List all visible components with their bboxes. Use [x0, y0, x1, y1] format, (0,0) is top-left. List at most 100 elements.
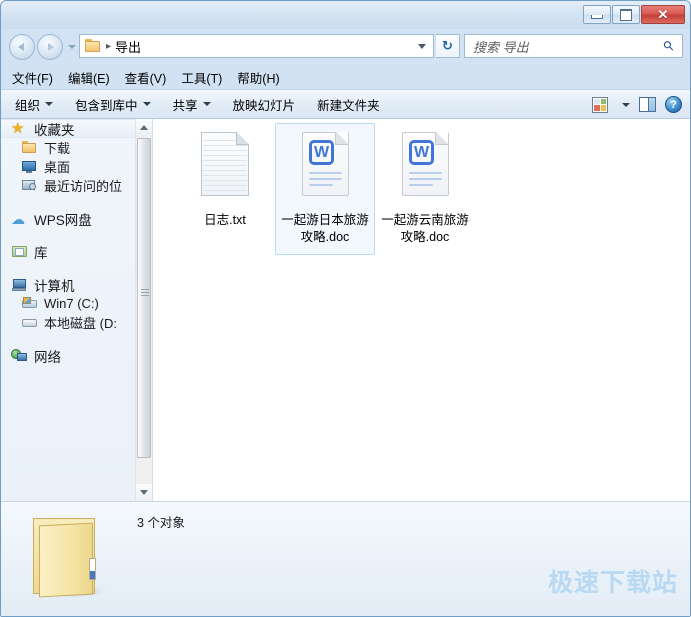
item-count-label: 3 个对象	[137, 516, 185, 530]
sidebar-item-label: 网络	[34, 349, 61, 365]
chevron-down-icon	[142, 102, 151, 106]
organize-button[interactable]: 组织	[15, 95, 54, 114]
library-icon	[11, 244, 28, 260]
back-button[interactable]	[9, 34, 35, 60]
scrollbar-thumb[interactable]	[137, 138, 151, 458]
help-icon[interactable]: ?	[665, 96, 682, 113]
preview-pane-icon[interactable]	[639, 97, 656, 112]
sidebar-item-wps-cloud[interactable]: ☁ WPS网盘	[1, 209, 152, 228]
folder-icon	[21, 140, 38, 156]
cloud-icon: ☁	[11, 210, 25, 227]
text-file-icon	[194, 130, 256, 206]
navigation-pane: ★ 收藏夹 下载 桌面 最近访问的位 ☁ WPS网盘 库 计算机 Win7 (C…	[1, 119, 152, 501]
new-folder-label: 新建文件夹	[317, 98, 380, 113]
breadcrumb-path[interactable]: 导出	[115, 37, 141, 56]
search-input[interactable]: 搜索 导出	[473, 37, 529, 56]
file-item-txt[interactable]: 日志.txt	[175, 123, 275, 255]
search-box[interactable]: 搜索 导出 ⚲	[464, 34, 683, 58]
file-item-doc-japan[interactable]: W 一起游日本旅游攻略.doc	[275, 123, 375, 255]
open-folder-icon	[29, 510, 113, 602]
navigation-buttons	[9, 34, 76, 60]
menu-item-view[interactable]: 查看(V)	[125, 68, 167, 87]
file-name-label: 日志.txt	[204, 213, 246, 227]
sidebar-item-favorites[interactable]: ★ 收藏夹	[1, 119, 152, 138]
sidebar-item-downloads[interactable]: 下载	[1, 138, 152, 157]
sidebar-item-drive-d[interactable]: 本地磁盘 (D:	[1, 313, 152, 332]
recent-places-icon	[21, 178, 38, 194]
sidebar-item-label: 下载	[44, 141, 71, 156]
share-button[interactable]: 共享	[173, 95, 211, 114]
sidebar-item-drive-c[interactable]: Win7 (C:)	[1, 294, 152, 313]
sidebar-item-label: 最近访问的位	[44, 179, 123, 194]
details-pane: 3 个对象 极速下载站	[1, 501, 690, 616]
close-button[interactable]: ✕	[641, 5, 685, 24]
sidebar-scrollbar[interactable]	[135, 119, 152, 501]
menu-item-tools[interactable]: 工具(T)	[181, 68, 222, 87]
file-items-container: 日志.txt W 一起游日本旅游攻略.doc W 一起游云南旅游攻略.doc	[175, 123, 475, 255]
slideshow-button[interactable]: 放映幻灯片	[233, 95, 296, 114]
drive-icon	[21, 315, 38, 331]
maximize-button[interactable]	[612, 5, 640, 24]
menu-item-edit[interactable]: 编辑(E)	[68, 68, 110, 87]
file-name-label: 一起游云南旅游攻略.doc	[381, 213, 469, 244]
share-label: 共享	[172, 98, 198, 113]
sidebar-item-desktop[interactable]: 桌面	[1, 157, 152, 176]
file-item-doc-yunnan[interactable]: W 一起游云南旅游攻略.doc	[375, 123, 475, 255]
command-bar: 组织 包含到库中 共享 放映幻灯片 新建文件夹 ?	[1, 89, 690, 119]
word-glyph: W	[313, 143, 330, 161]
sidebar-item-network[interactable]: 网络	[1, 346, 152, 365]
window-controls: ✕	[583, 5, 685, 24]
scrollbar-grip-icon	[141, 289, 149, 298]
include-in-library-button[interactable]: 包含到库中	[75, 95, 151, 114]
title-bar: ✕	[1, 1, 690, 29]
scroll-down-arrow-icon[interactable]	[136, 484, 152, 501]
sidebar-item-label: WPS网盘	[34, 212, 92, 228]
history-dropdown-icon[interactable]	[68, 45, 76, 49]
network-icon	[11, 348, 28, 364]
sidebar-item-label: Win7 (C:)	[44, 296, 99, 311]
menu-bar: 文件(F) 编辑(E) 查看(V) 工具(T) 帮助(H)	[1, 65, 690, 89]
search-icon: ⚲	[660, 36, 678, 55]
menu-item-file[interactable]: 文件(F)	[12, 68, 53, 87]
address-bar-row: ▸ 导出 ↻ 搜索 导出 ⚲	[1, 29, 690, 65]
new-folder-button[interactable]: 新建文件夹	[317, 95, 380, 114]
sidebar-item-label: 库	[34, 245, 48, 261]
word-document-icon: W	[394, 130, 456, 206]
sidebar-item-recent-places[interactable]: 最近访问的位	[1, 176, 152, 195]
forward-button[interactable]	[37, 34, 63, 60]
include-in-library-label: 包含到库中	[75, 98, 138, 113]
maximize-icon	[620, 8, 632, 21]
word-document-icon: W	[294, 130, 356, 206]
view-options-icon[interactable]	[592, 96, 608, 113]
minimize-button[interactable]	[583, 5, 611, 24]
sidebar-item-label: 计算机	[34, 278, 75, 294]
minimize-icon	[591, 15, 603, 19]
command-bar-right-tools: ?	[592, 90, 682, 119]
sidebar-item-label: 桌面	[44, 160, 71, 175]
word-glyph: W	[413, 143, 430, 161]
refresh-button[interactable]: ↻	[436, 34, 460, 58]
menu-item-help[interactable]: 帮助(H)	[237, 68, 279, 87]
folder-icon	[85, 39, 101, 53]
file-name-label: 一起游日本旅游攻略.doc	[281, 213, 369, 244]
sidebar-item-label: 本地磁盘 (D:	[44, 316, 117, 331]
scroll-up-arrow-icon[interactable]	[136, 119, 152, 136]
sidebar-item-computer[interactable]: 计算机	[1, 275, 152, 294]
file-list-pane[interactable]: 日志.txt W 一起游日本旅游攻略.doc W 一起游云南旅游攻略.doc	[152, 119, 690, 501]
explorer-window: ✕ ▸ 导出 ↻ 搜索 导出 ⚲ 文件(F) 编辑(E) 查看(V) 工具(T)	[0, 0, 691, 617]
chevron-down-icon[interactable]	[622, 102, 630, 107]
windows-drive-icon	[21, 296, 38, 312]
sidebar-item-libraries[interactable]: 库	[1, 242, 152, 261]
main-area: ★ 收藏夹 下载 桌面 最近访问的位 ☁ WPS网盘 库 计算机 Win7 (C…	[1, 119, 690, 501]
site-watermark: 极速下载站	[547, 569, 678, 597]
chevron-down-icon[interactable]	[418, 43, 426, 49]
breadcrumb-separator: ▸	[106, 40, 112, 52]
sidebar-item-label: 收藏夹	[34, 122, 75, 138]
address-input[interactable]: ▸ 导出	[79, 34, 434, 58]
close-icon: ✕	[657, 7, 669, 22]
chevron-down-icon	[202, 102, 211, 106]
desktop-icon	[21, 159, 38, 175]
